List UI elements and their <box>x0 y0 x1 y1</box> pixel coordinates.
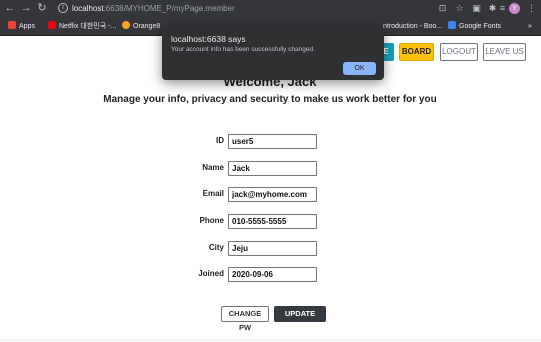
dialog-title: localhost:6638 says <box>171 34 246 44</box>
name-field[interactable]: Jack <box>228 161 317 176</box>
form-row-joined: Joined 2020-09-06 <box>150 267 350 282</box>
phone-label: Phone <box>199 216 224 225</box>
city-label: City <box>208 243 224 252</box>
apps-grid-icon <box>8 21 16 29</box>
form-row-email: Email jack@myhome.com <box>150 187 350 202</box>
change-pw-button[interactable]: CHANGE PW <box>221 306 269 332</box>
reload-icon[interactable]: ↻ <box>36 2 48 15</box>
id-field[interactable]: user5 <box>228 134 317 149</box>
info-icon[interactable]: i <box>58 3 68 13</box>
bookmark-orange[interactable]: Orange8 <box>122 21 160 33</box>
forward-arrow-icon[interactable]: → <box>20 2 32 15</box>
page-content: E BOARD LOGOUT LEAVE US Welcome, Jack Ma… <box>0 37 541 342</box>
star-icon[interactable]: ☆ <box>454 3 465 14</box>
name-label: Name <box>202 163 224 172</box>
bookmark-netflix[interactable]: Netflix 대한민국 -... <box>48 21 116 33</box>
address-bar[interactable]: i localhost:6638/MYHOME_P/myPage.member <box>54 2 476 16</box>
board-button[interactable]: BOARD <box>399 43 434 61</box>
email-label: Email <box>202 189 224 198</box>
extension-icon[interactable]: ▣ <box>471 3 482 14</box>
joined-label: Joined <box>198 269 224 278</box>
translate-icon[interactable]: ⊡ <box>437 3 448 14</box>
footer-divider <box>0 340 541 341</box>
url-text: localhost:6638/MYHOME_P/myPage.member <box>72 4 235 13</box>
ok-button[interactable]: OK <box>343 62 376 75</box>
profile-avatar[interactable]: Y <box>509 3 520 14</box>
media-icon[interactable]: ≡ <box>497 3 508 14</box>
joined-field[interactable]: 2020-09-06 <box>228 267 317 282</box>
form-row-city: City Jeju <box>150 241 350 256</box>
email-field[interactable]: jack@myhome.com <box>228 187 317 202</box>
page-subtitle: Manage your info, privacy and security t… <box>103 94 437 105</box>
form-row-phone: Phone 010-5555-5555 <box>150 214 350 229</box>
browser-toolbar: ← → ↻ i localhost:6638/MYHOME_P/myPage.m… <box>0 0 541 18</box>
back-arrow-icon[interactable]: ← <box>4 2 16 15</box>
logout-button[interactable]: LOGOUT <box>440 43 478 61</box>
google-fonts-icon <box>448 21 456 29</box>
bookmark-google-fonts[interactable]: Google Fonts <box>448 21 501 33</box>
dialog-message: Your account info has been successfully … <box>171 46 315 53</box>
phone-field[interactable]: 010-5555-5555 <box>228 214 317 229</box>
update-info-button[interactable]: UPDATE INFO <box>274 306 326 332</box>
bookmark-introduction[interactable]: ntroduction - Boo... <box>383 21 442 33</box>
id-label: ID <box>216 136 224 145</box>
city-field[interactable]: Jeju <box>228 241 317 256</box>
bookmarks-overflow-icon[interactable]: » <box>528 21 532 33</box>
leave-us-button[interactable]: LEAVE US <box>483 43 526 61</box>
netflix-icon <box>48 21 56 29</box>
menu-dots-icon[interactable]: ⋮ <box>526 3 537 14</box>
form-row-id: ID user5 <box>150 134 350 149</box>
bookmark-apps[interactable]: Apps <box>8 21 35 33</box>
orange-icon <box>122 21 130 29</box>
form-row-name: Name Jack <box>150 161 350 176</box>
alert-dialog: localhost:6638 says Your account info ha… <box>162 27 384 80</box>
